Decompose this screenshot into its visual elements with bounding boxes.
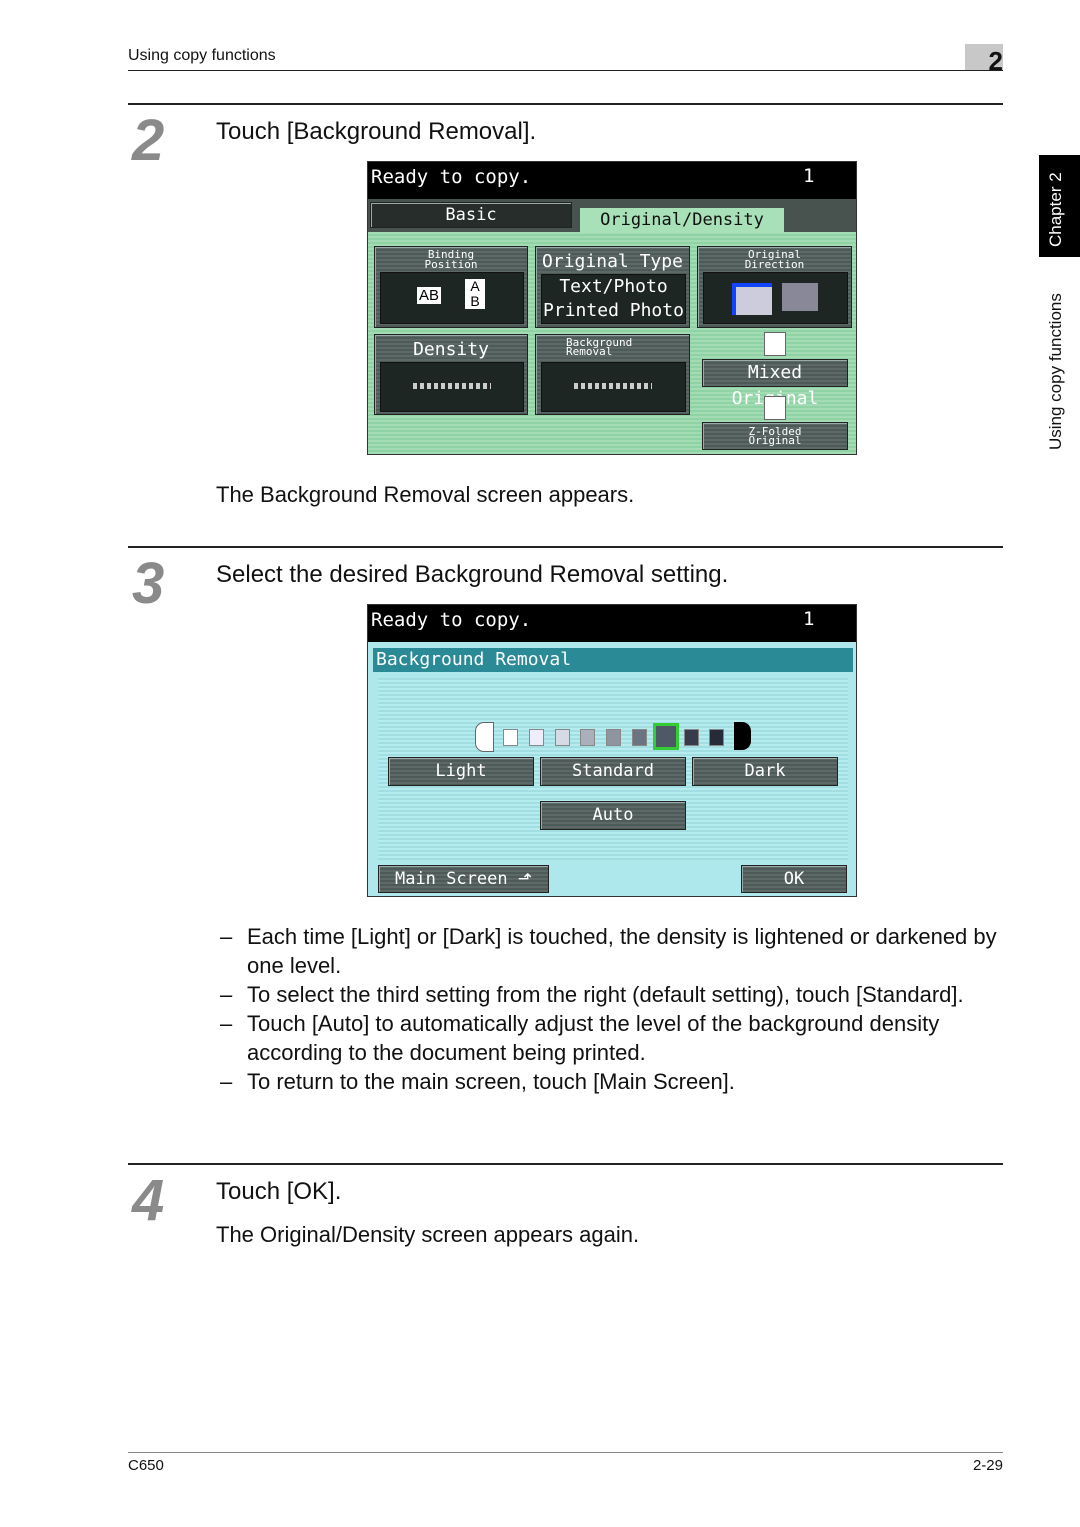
standard-button[interactable]: Standard [540, 757, 686, 786]
mixed-original-icon [764, 332, 786, 356]
density-level-7 [652, 723, 679, 750]
bullet-item: – Each time [Light] or [Dark] is touched,… [220, 924, 997, 978]
step-number: 3 [132, 551, 165, 616]
button-label: Original Direction [744, 248, 805, 271]
density-level-4 [580, 729, 596, 746]
original-type-value: Printed Photo [543, 300, 684, 321]
running-header: Using copy functions [128, 47, 276, 64]
density-level-3 [554, 729, 570, 746]
light-button[interactable]: Light [388, 757, 534, 786]
bullet-item: – To return to the main screen, touch [Ma… [220, 1069, 735, 1094]
original-type-value: Text/Photo [559, 276, 668, 297]
step-rule [128, 103, 1003, 105]
density-level-9 [709, 729, 725, 746]
button-label: Original Type [542, 251, 683, 272]
status-text: Ready to copy. [371, 166, 532, 188]
original-density-screen: Ready to copy. 1 Basic Original/Density … [367, 161, 857, 455]
step-rule [128, 1163, 1003, 1165]
tab-basic[interactable]: Basic [370, 202, 572, 228]
step-result: The Original/Density screen appears agai… [216, 1222, 640, 1247]
dark-end-icon [734, 722, 751, 750]
binding-left-icon: AB [417, 287, 442, 304]
button-label: Binding Position [424, 248, 478, 271]
background-scale-icon [574, 383, 652, 389]
binding-top-icon: AB [465, 279, 485, 309]
side-tab-section: Using copy functions [1046, 293, 1065, 450]
main-screen-button[interactable]: Main Screen ⬏ [378, 865, 549, 893]
button-label: Main Screen [394, 869, 508, 889]
return-arrow-icon: ⬏ [517, 869, 533, 889]
density-level-2 [528, 729, 544, 746]
original-direction-button[interactable]: Original Direction [697, 246, 852, 328]
step-instruction: Touch [Background Removal]. [216, 118, 537, 145]
density-button[interactable]: Density [374, 334, 528, 415]
copy-count: 1 [803, 608, 815, 630]
bullet-item: – Touch [Auto] to automatically adjust th… [220, 1011, 940, 1065]
manual-page: { "header":{"section":"Using copy functi… [0, 0, 1080, 1527]
direction-icon [782, 283, 818, 311]
side-tab-chapter: Chapter 2 [1046, 172, 1065, 247]
copy-count: 1 [803, 165, 815, 187]
density-level-6 [632, 729, 647, 746]
step-rule [128, 546, 1003, 548]
chapter-side-tab: Chapter 2 [1039, 155, 1080, 257]
status-text: Ready to copy. [371, 609, 532, 631]
background-removal-button[interactable]: Background Removal [535, 334, 690, 415]
light-end-icon [475, 722, 494, 752]
binding-position-button[interactable]: Binding Position AB AB [374, 246, 528, 328]
density-level-5 [606, 729, 622, 746]
dark-button[interactable]: Dark [692, 757, 838, 786]
chapter-box: 2 [965, 44, 1003, 76]
footer-rule [128, 1452, 1003, 1453]
status-bar: Ready to copy. 1 [368, 605, 856, 642]
step-result: The Background Removal screen appears. [216, 482, 635, 507]
step-instruction: Touch [OK]. [216, 1178, 342, 1205]
tab-original-density[interactable]: Original/Density [580, 208, 784, 233]
density-level-8 [683, 729, 699, 746]
bullet-list: – Each time [Light] or [Dark] is touched,… [220, 922, 1010, 1096]
step-instruction: Select the desired Background Removal se… [216, 561, 729, 588]
button-label: Density [413, 339, 489, 360]
density-level-1 [503, 729, 518, 746]
mixed-original-button[interactable]: Mixed Original [702, 359, 848, 409]
original-type-button[interactable]: Original Type Text/Photo Printed Photo [535, 246, 690, 328]
header-rule [128, 70, 1003, 71]
chapter-number: 2 [988, 46, 1003, 76]
button-label: Background Removal [566, 336, 633, 358]
z-folded-icon [764, 396, 786, 420]
footer-model: C650 [128, 1457, 164, 1474]
ok-button[interactable]: OK [741, 865, 847, 893]
bullet-item: – To select the third setting from the ri… [220, 982, 964, 1007]
screen-title: Background Removal [373, 648, 853, 672]
step-number: 2 [132, 108, 165, 173]
auto-button[interactable]: Auto [540, 801, 686, 830]
z-folded-original-button[interactable]: Z-Folded Original [702, 422, 848, 450]
direction-icon [732, 283, 772, 315]
footer-page-number: 2-29 [972, 1457, 1003, 1474]
background-removal-screen: Ready to copy. 1 Background Removal Ligh… [367, 604, 857, 897]
status-bar: Ready to copy. 1 [368, 162, 856, 199]
density-scale-icon [413, 383, 491, 389]
step-number: 4 [132, 1168, 165, 1233]
